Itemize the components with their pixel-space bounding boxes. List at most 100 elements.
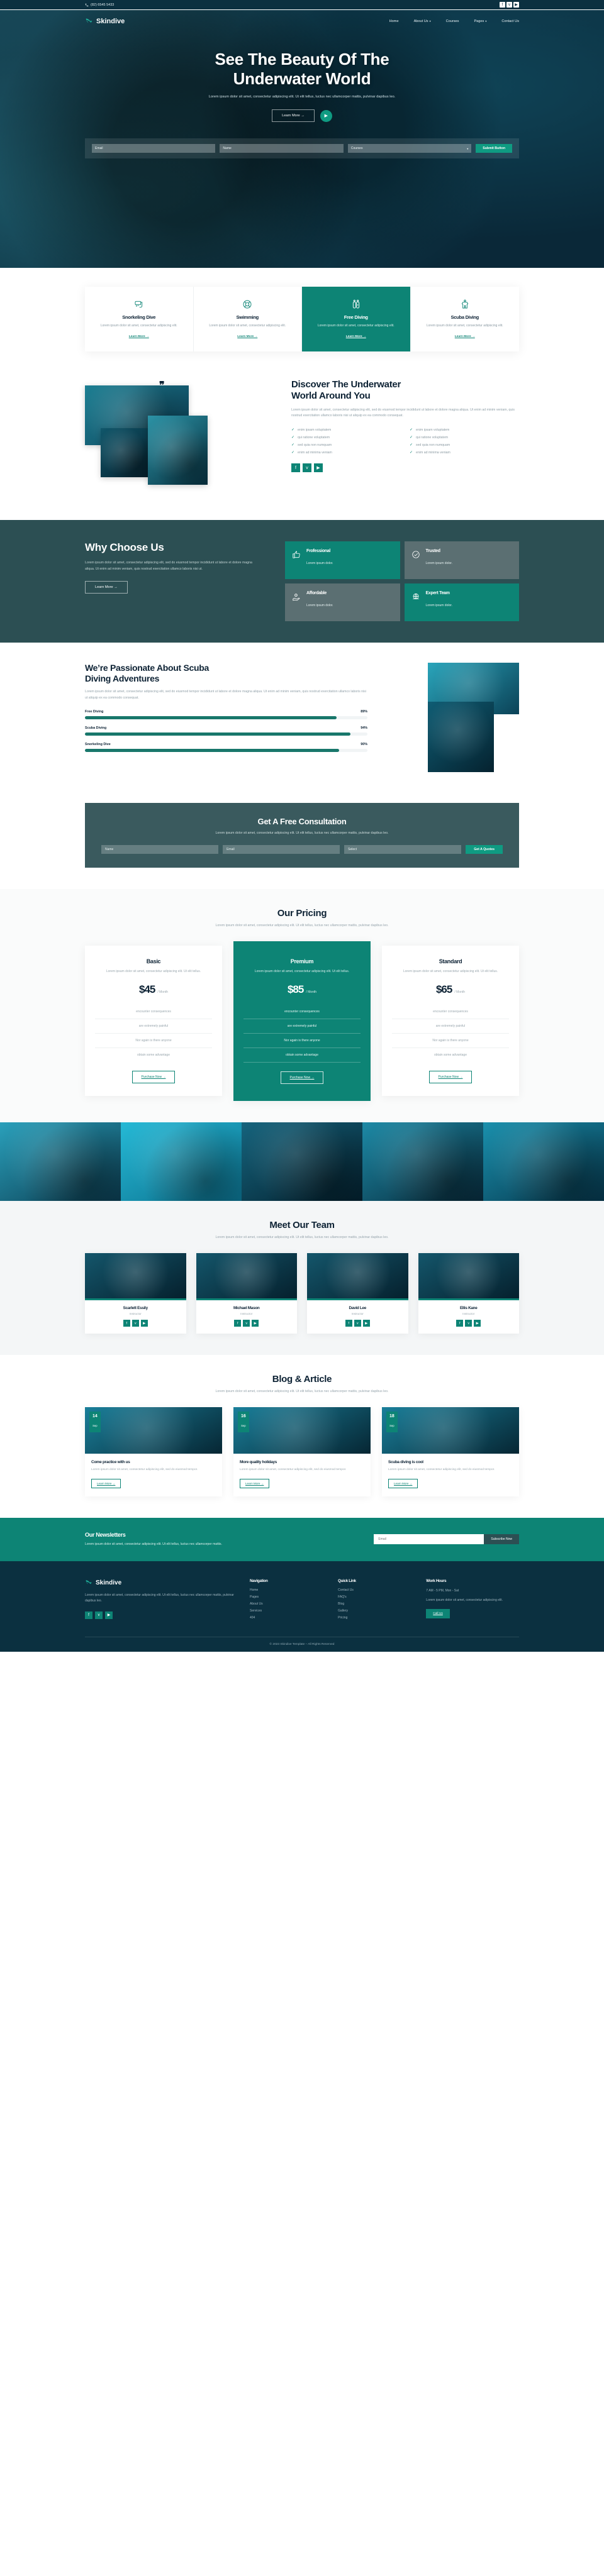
nav-label: Home [389, 19, 399, 23]
footer-link[interactable]: Contact Us [338, 1588, 412, 1592]
nav-item-pages[interactable]: Pages ▾ [474, 19, 486, 23]
service-card-free-diving[interactable]: Free Diving Lorem ipsum dolor sit amet, … [302, 287, 411, 351]
twitter-icon[interactable]: ᴠ [303, 463, 311, 473]
footer-logo[interactable]: Skindive [85, 1579, 236, 1587]
pricing-card-basic[interactable]: Basic Lorem ipsum dolor sit amet, consec… [85, 946, 222, 1097]
why-card-trusted[interactable]: Trusted Lorem ipsum dolor. [404, 541, 519, 579]
blog-card-scuba-diving-is-cool[interactable]: 18 Sep Scuba diving is cool Lorem ipsum … [382, 1407, 519, 1496]
consultation-name-input[interactable] [101, 844, 219, 854]
service-card-swimming[interactable]: Swimming Lorem ipsum dolor sit amet, con… [194, 287, 302, 351]
get-quotes-button[interactable]: Get A Quotes [466, 844, 503, 854]
booking-email-input[interactable] [92, 144, 216, 153]
team-member-photo [307, 1253, 408, 1299]
subscribe-now-button[interactable]: Subscribe Now [484, 1534, 519, 1545]
service-learn-more-link[interactable]: Learn More → [455, 335, 475, 338]
hero-learn-more-button[interactable]: Learn More → [272, 109, 315, 123]
team-card-david-lee[interactable]: David Lee Instructor f ᴠ ▶ [307, 1253, 408, 1334]
footer-about: Skindive Lorem ipsum dolor sit amet, con… [85, 1579, 236, 1623]
blog-post-title: Come practice with us [91, 1460, 130, 1465]
gallery-photo-3[interactable] [242, 1122, 362, 1201]
twitter-icon[interactable]: ᴠ [465, 1320, 473, 1327]
youtube-icon[interactable]: ▶ [314, 463, 323, 473]
gallery-photo-4[interactable] [362, 1122, 483, 1201]
service-card-scuba-diving[interactable]: Scuba Diving Lorem ipsum dolor sit amet,… [411, 287, 520, 351]
booking-courses-select[interactable]: Courses ▾ [347, 144, 472, 153]
footer-link[interactable]: About Us [250, 1602, 324, 1606]
newsletter-title: Our Newsletters [85, 1531, 126, 1538]
chevron-down-icon: ▾ [485, 19, 487, 23]
blog-learn-more-button[interactable]: Learn More → [388, 1478, 418, 1488]
team-card-ellis-kane[interactable]: Ellis Kane Instructor f ᴠ ▶ [418, 1253, 519, 1334]
youtube-icon[interactable]: ▶ [105, 1611, 113, 1619]
facebook-icon[interactable]: f [345, 1320, 352, 1327]
service-learn-more-link[interactable]: Learn More → [346, 335, 366, 338]
service-card-snorkeling-dive[interactable]: Snorkeling Dive Lorem ipsum dolor sit am… [85, 287, 194, 351]
youtube-icon[interactable]: ▶ [140, 1320, 148, 1327]
youtube-icon[interactable]: ▶ [474, 1320, 481, 1327]
footer-link[interactable]: Blog [338, 1602, 412, 1606]
nav-item-about-us[interactable]: About Us ▾ [414, 19, 431, 23]
site-logo[interactable]: Skindive [85, 17, 125, 26]
gallery-photo-2[interactable] [121, 1122, 242, 1201]
why-learn-more-button[interactable]: Learn More → [85, 580, 128, 594]
footer-link[interactable]: Home [250, 1588, 324, 1592]
plan-feature: are extremely painful [243, 1019, 361, 1034]
facebook-icon[interactable]: f [291, 463, 300, 473]
twitter-icon[interactable]: ᴠ [354, 1320, 361, 1327]
nav-item-home[interactable]: Home [389, 19, 399, 23]
footer-link[interactable]: Gallery [338, 1609, 412, 1613]
why-card-affordable[interactable]: Affordable Lorem ipsum dolor. [285, 583, 400, 621]
nav-item-contact-us[interactable]: Contact Us [501, 19, 519, 23]
purchase-now-button[interactable]: Purchase Now → [280, 1071, 324, 1084]
why-card-professional[interactable]: Frofessional Lorem ipsum dolor. [285, 541, 400, 579]
feature-item: ✓ enim ipsam voluptatem [291, 428, 401, 433]
nav-item-courses[interactable]: Courses [446, 19, 459, 23]
footer-link[interactable]: 404 [250, 1616, 324, 1620]
youtube-icon[interactable]: ▶ [513, 2, 519, 8]
footer-link[interactable]: Pricing [338, 1616, 412, 1620]
facebook-icon[interactable]: f [500, 2, 505, 8]
why-card-expert-team[interactable]: Expert Team Lorem ipsum dolor. [404, 583, 519, 621]
pricing-card-standard[interactable]: Standard Lorem ipsum dolor sit amet, con… [382, 946, 519, 1097]
consultation-email-input[interactable] [223, 844, 340, 854]
passionate-title: We’re Passionate About Scuba Diving Adve… [85, 663, 367, 684]
nav-label: Contact Us [501, 19, 519, 23]
gallery-photo-5[interactable] [483, 1122, 604, 1201]
purchase-now-button[interactable]: Purchase Now → [428, 1071, 473, 1084]
booking-name-input[interactable] [220, 144, 344, 153]
facebook-icon[interactable]: f [123, 1320, 130, 1327]
twitter-icon[interactable]: ᴠ [506, 2, 512, 8]
blog-card-more-quality-holidays[interactable]: 16 Sep More quality holidays Lorem ipsum… [233, 1407, 371, 1496]
service-learn-more-link[interactable]: Learn More → [129, 335, 149, 338]
twitter-icon[interactable]: ᴠ [131, 1320, 139, 1327]
discover-title: Discover The Underwater World Around You [291, 379, 519, 402]
facebook-icon[interactable]: f [85, 1611, 92, 1619]
call-us-button[interactable]: Call Us [426, 1609, 450, 1619]
twitter-icon[interactable]: ᴠ [95, 1611, 103, 1619]
team-card-scarlett-essily[interactable]: Scarlett Essily Instructor f ᴠ ▶ [85, 1253, 186, 1334]
plan-period: / Month [306, 990, 317, 994]
blog-learn-more-button[interactable]: Learn More → [240, 1478, 270, 1488]
service-learn-more-link[interactable]: Learn More → [237, 335, 257, 338]
newsletter-email-input[interactable] [374, 1534, 484, 1545]
copyright-text: © 2023 Skindive Template – All Rights Re… [85, 1636, 519, 1652]
discover-image-collage: ❞ [85, 379, 274, 499]
twitter-icon[interactable]: ᴠ [243, 1320, 250, 1327]
youtube-icon[interactable]: ▶ [362, 1320, 370, 1327]
purchase-now-button[interactable]: Purchase Now → [131, 1071, 176, 1084]
team-card-michael-mason[interactable]: Michael Mason Instructor f ᴠ ▶ [196, 1253, 297, 1334]
booking-submit-button[interactable]: Submit Button [476, 144, 512, 153]
youtube-icon[interactable]: ▶ [252, 1320, 259, 1327]
blog-card-come-practice-with-us[interactable]: 14 Sep Come practice with us Lorem ipsum… [85, 1407, 222, 1496]
footer-link[interactable]: FAQ's [338, 1595, 412, 1599]
pricing-card-premium[interactable]: Premium Lorem ipsum dolor sit amet, cons… [233, 941, 371, 1101]
facebook-icon[interactable]: f [456, 1320, 464, 1327]
blog-learn-more-button[interactable]: Learn More → [91, 1478, 121, 1488]
facebook-icon[interactable]: f [234, 1320, 242, 1327]
consultation-select[interactable]: Select [344, 844, 462, 854]
play-icon[interactable]: ▶ [320, 109, 332, 122]
gallery-photo-1[interactable] [0, 1122, 121, 1201]
phone-contact[interactable]: (82) 6545 5433 [85, 3, 114, 7]
footer-link[interactable]: Services [250, 1609, 324, 1613]
footer-link[interactable]: Pages [250, 1595, 324, 1599]
